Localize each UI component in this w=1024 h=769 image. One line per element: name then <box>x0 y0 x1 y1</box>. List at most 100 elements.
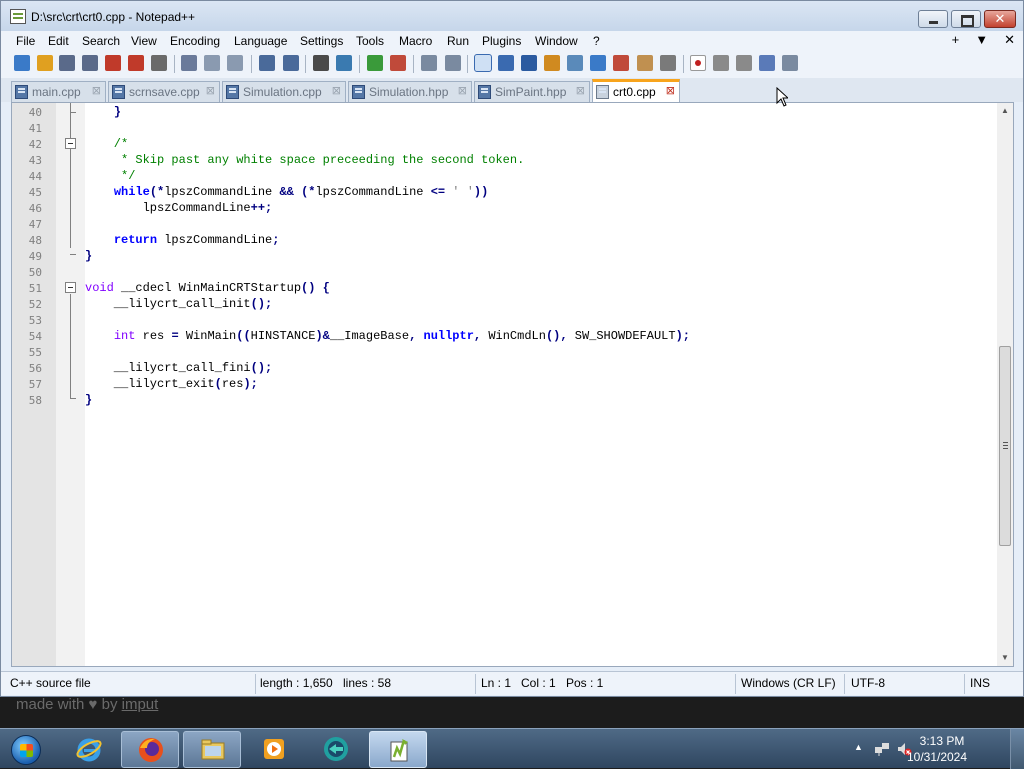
scroll-thumb[interactable] <box>999 346 1011 546</box>
fold-toggle-icon[interactable] <box>65 138 76 149</box>
line-number: 52 <box>28 298 42 311</box>
save-all-icon[interactable] <box>82 55 98 71</box>
tab-close-icon[interactable]: ⊠ <box>576 84 585 97</box>
sync-vertical-icon[interactable] <box>421 55 437 71</box>
tab-close-icon[interactable]: ⊠ <box>666 84 675 97</box>
doc-list-icon[interactable] <box>590 55 606 71</box>
new-tab-icon[interactable]: + <box>952 32 960 48</box>
tab-crt0-cpp[interactable]: crt0.cpp ⊠ <box>592 79 680 102</box>
tab-simulation-hpp[interactable]: Simulation.hpp ⊠ <box>348 81 472 102</box>
folder-workspace-icon[interactable] <box>637 55 653 71</box>
user-lang-icon[interactable] <box>544 55 560 71</box>
fold-end-marker <box>70 112 76 113</box>
open-file-icon[interactable] <box>37 55 53 71</box>
toolbar-separator <box>251 55 252 73</box>
run-macro-multiple-icon[interactable] <box>759 55 775 71</box>
menu-macro[interactable]: Macro <box>399 34 432 48</box>
show-hidden-icons-icon[interactable]: ▲ <box>854 742 863 752</box>
indent-guide-icon[interactable] <box>521 55 537 71</box>
tab-main-cpp[interactable]: main.cpp ⊠ <box>11 81 106 102</box>
close-window-button[interactable]: ✕ <box>984 10 1016 28</box>
menu-search[interactable]: Search <box>82 34 120 48</box>
menu-window[interactable]: Window <box>535 34 578 48</box>
tab-close-icon[interactable]: ⊠ <box>92 84 101 97</box>
code-editor[interactable]: } /* * Skip past any white space preceed… <box>11 102 1014 667</box>
close-document-icon[interactable]: ✕ <box>1004 32 1015 48</box>
show-desktop-button[interactable] <box>1010 729 1024 769</box>
paste-icon[interactable] <box>227 55 243 71</box>
fold-toggle-icon[interactable] <box>65 282 76 293</box>
clock-time[interactable]: 3:13 PM <box>912 734 972 748</box>
menu-run[interactable]: Run <box>447 34 469 48</box>
notepad-app-icon[interactable] <box>10 9 26 24</box>
status-lines: lines : 58 <box>343 676 392 690</box>
network-icon[interactable] <box>874 741 890 757</box>
notepad-plus-plus-icon <box>390 739 408 762</box>
tab-close-icon[interactable]: ⊠ <box>458 84 467 97</box>
menu-encoding[interactable]: Encoding <box>170 34 220 48</box>
close-icon[interactable] <box>105 55 121 71</box>
show-all-chars-icon[interactable] <box>498 55 514 71</box>
start-button[interactable] <box>4 731 48 768</box>
status-length: length : 1,650 <box>260 676 333 690</box>
code-line: } <box>85 393 93 407</box>
tab-list-dropdown-icon[interactable]: ▼ <box>975 32 988 48</box>
minimize-button[interactable] <box>918 10 948 28</box>
tab-simulation-cpp[interactable]: Simulation.cpp ⊠ <box>222 81 346 102</box>
menu-bar: File Edit Search View Encoding Language … <box>1 31 1023 51</box>
play-macro-icon[interactable] <box>736 55 752 71</box>
status-encoding[interactable]: UTF-8 <box>851 676 885 690</box>
code-line: __lilycrt_exit(res); <box>85 377 258 391</box>
menu-edit[interactable]: Edit <box>48 34 69 48</box>
maximize-button[interactable] <box>951 10 981 28</box>
status-eol[interactable]: Windows (CR LF) <box>741 676 836 690</box>
replace-icon[interactable] <box>336 55 352 71</box>
redo-icon[interactable] <box>283 55 299 71</box>
taskbar-media-player[interactable] <box>245 731 303 768</box>
zoom-out-icon[interactable] <box>390 55 406 71</box>
code-line: lpszCommandLine++; <box>85 201 273 215</box>
status-line: Ln : 1 <box>481 676 512 690</box>
scroll-down-icon[interactable]: ▼ <box>997 650 1013 666</box>
doc-map-icon[interactable] <box>567 55 583 71</box>
menu-help[interactable]: ? <box>593 34 600 48</box>
zoom-in-icon[interactable] <box>367 55 383 71</box>
cut-icon[interactable] <box>181 55 197 71</box>
taskbar-teamviewer[interactable] <box>307 731 365 768</box>
menu-settings[interactable]: Settings <box>300 34 343 48</box>
word-wrap-icon[interactable] <box>474 54 492 72</box>
stop-macro-icon[interactable] <box>713 55 729 71</box>
monitoring-icon[interactable] <box>660 55 676 71</box>
undo-icon[interactable] <box>259 55 275 71</box>
scroll-up-icon[interactable]: ▲ <box>997 103 1013 119</box>
find-icon[interactable] <box>313 55 329 71</box>
menu-plugins[interactable]: Plugins <box>482 34 521 48</box>
tab-close-icon[interactable]: ⊠ <box>206 84 215 97</box>
close-all-icon[interactable] <box>128 55 144 71</box>
menu-language[interactable]: Language <box>234 34 287 48</box>
taskbar-file-explorer[interactable] <box>183 731 241 768</box>
print-icon[interactable] <box>151 55 167 71</box>
menu-tools[interactable]: Tools <box>356 34 384 48</box>
save-icon[interactable] <box>59 55 75 71</box>
menu-view[interactable]: View <box>131 34 157 48</box>
watermark-link[interactable]: imput <box>122 696 159 713</box>
status-position: Pos : 1 <box>566 676 604 690</box>
copy-icon[interactable] <box>204 55 220 71</box>
status-insert-mode[interactable]: INS <box>970 676 990 690</box>
tab-simpaint-hpp[interactable]: SimPaint.hpp ⊠ <box>474 81 590 102</box>
taskbar-notepad-plus-plus[interactable] <box>369 731 427 768</box>
vertical-scrollbar[interactable]: ▲ ▼ <box>997 103 1013 666</box>
new-file-icon[interactable] <box>14 55 30 71</box>
menu-file[interactable]: File <box>16 34 35 48</box>
taskbar-internet-explorer[interactable] <box>60 731 118 768</box>
tab-scrnsave-cpp[interactable]: scrnsave.cpp ⊠ <box>108 81 220 102</box>
tab-close-icon[interactable]: ⊠ <box>332 84 341 97</box>
record-macro-icon[interactable] <box>690 55 706 71</box>
clock-date[interactable]: 10/31/2024 <box>902 750 972 764</box>
sync-horizontal-icon[interactable] <box>445 55 461 71</box>
title-bar[interactable]: D:\src\crt\crt0.cpp - Notepad++ ✕ <box>1 1 1023 31</box>
save-macro-icon[interactable] <box>782 55 798 71</box>
taskbar-firefox[interactable] <box>121 731 179 768</box>
function-list-icon[interactable] <box>613 55 629 71</box>
